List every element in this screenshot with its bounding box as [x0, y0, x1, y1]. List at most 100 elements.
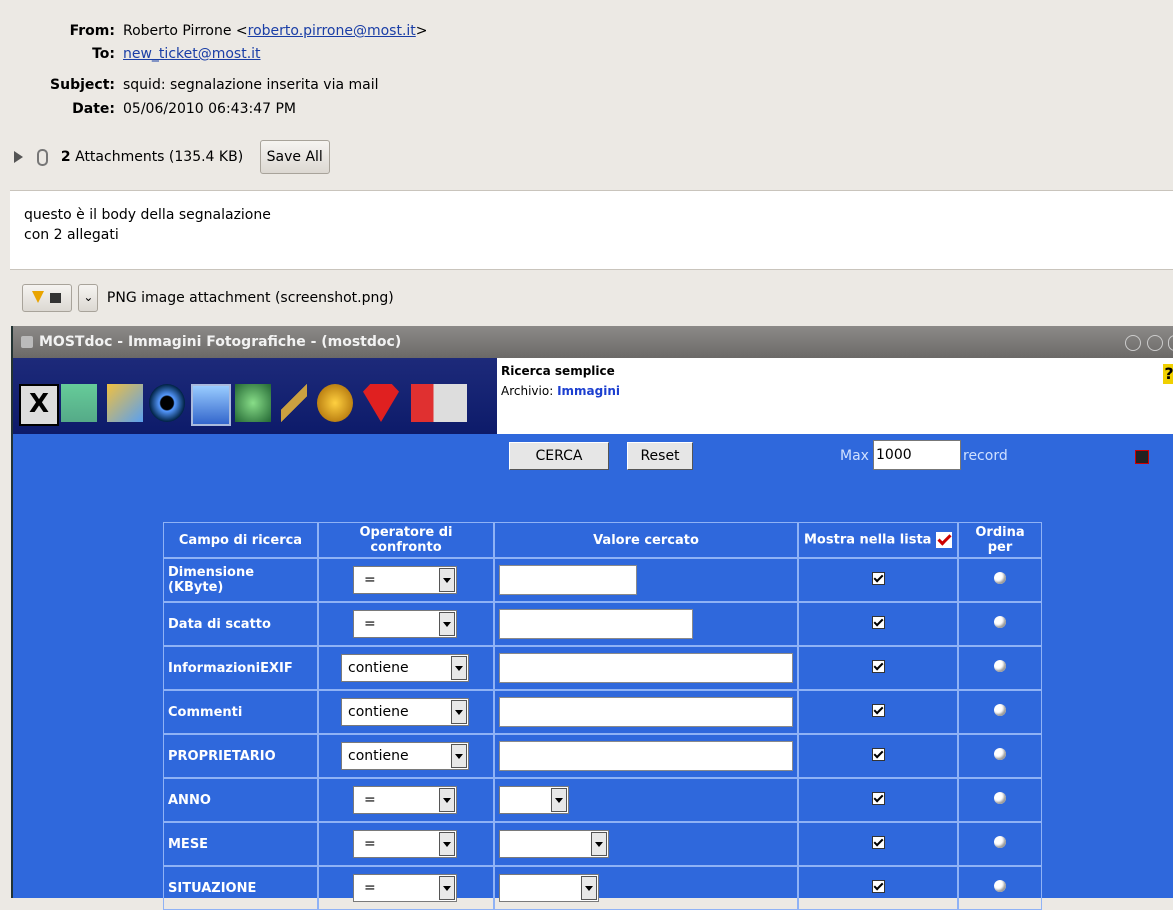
search-button[interactable]: CERCA [509, 442, 609, 470]
column-header: Campo di ricerca [163, 522, 318, 558]
close-icon[interactable] [1168, 335, 1173, 351]
dropdown-arrow-icon [451, 744, 467, 768]
superman-icon[interactable] [363, 384, 399, 422]
max-records-input[interactable]: 1000 [873, 440, 961, 470]
field-name: Commenti [163, 690, 318, 734]
table-row: Dimensione (KByte) = [163, 558, 1042, 602]
operator-select[interactable]: = [353, 610, 457, 638]
export-icon[interactable] [411, 384, 467, 422]
paperclip-icon [37, 148, 49, 166]
value-input[interactable] [499, 741, 793, 771]
show-in-list-checkbox[interactable] [871, 791, 885, 805]
dropdown-arrow-icon [581, 876, 597, 900]
value-input[interactable] [499, 653, 793, 683]
sort-by-radio[interactable] [994, 704, 1006, 716]
save-disk-icon[interactable] [1135, 450, 1149, 464]
archive-value: Immagini [557, 384, 621, 398]
attachment-menu-button[interactable]: ⌄ [78, 284, 99, 312]
expand-triangle-icon[interactable] [14, 151, 23, 163]
value-select[interactable] [499, 786, 569, 814]
operator-select[interactable]: = [353, 566, 457, 594]
max-label: Max [840, 448, 869, 464]
value-input[interactable] [499, 609, 693, 639]
body-line-2: con 2 allegati [24, 227, 119, 243]
value-input[interactable] [499, 565, 637, 595]
recycle-icon[interactable] [235, 384, 271, 422]
reset-button[interactable]: Reset [627, 442, 693, 470]
archive-icon[interactable] [61, 384, 97, 422]
eye-icon[interactable] [149, 384, 185, 422]
from-label: From: [69, 23, 115, 39]
show-in-list-checkbox[interactable] [871, 879, 885, 893]
edit-icon[interactable] [107, 384, 143, 422]
column-header: Operatore di confronto [318, 522, 494, 558]
subject-value: squid: segnalazione inserita via mail [123, 77, 379, 93]
value-input[interactable] [499, 697, 793, 727]
table-row: SITUAZIONE = [163, 866, 1042, 910]
dropdown-arrow-icon [439, 612, 455, 636]
attachment-bar: ⌄ PNG image attachment (screenshot.png) [22, 284, 394, 314]
column-header: Mostra nella lista [798, 522, 958, 558]
column-header: Ordina per [958, 522, 1042, 558]
field-name: PROPRIETARIO [163, 734, 318, 778]
operator-select[interactable]: contiene [341, 742, 469, 770]
attachment-save-button[interactable] [22, 284, 72, 312]
show-in-list-checkbox[interactable] [871, 571, 885, 585]
attachments-count: 2 [60, 149, 71, 165]
minimize-icon[interactable] [1125, 335, 1141, 351]
value-select[interactable] [499, 830, 609, 858]
display-icon [50, 293, 61, 303]
close-doc-icon[interactable]: X [19, 384, 59, 426]
field-name: SITUAZIONE [163, 866, 318, 910]
save-all-button[interactable]: Save All [259, 140, 330, 174]
show-in-list-checkbox[interactable] [871, 659, 885, 673]
operator-select[interactable]: contiene [341, 698, 469, 726]
search-criteria-table: Campo di ricerca Operatore di confronto … [163, 522, 1042, 910]
subject-row: Subject: squid: segnalazione inserita vi… [0, 74, 1173, 96]
field-name: Dimensione (KByte) [163, 558, 318, 602]
sort-by-radio[interactable] [994, 792, 1006, 804]
table-row: Commenti contiene [163, 690, 1042, 734]
operator-select[interactable]: = [353, 786, 457, 814]
search-icon[interactable] [191, 384, 231, 426]
attachment-name: PNG image attachment (screenshot.png) [106, 290, 394, 306]
archive-line: Archivio: Immagini [501, 384, 621, 398]
email-header: From: Roberto Pirrone <roberto.pirrone@m… [0, 0, 1173, 188]
window-titlebar: MOSTdoc - Immagini Fotografiche - (mostd… [13, 326, 1173, 358]
app-window-icon [21, 336, 33, 348]
field-name: InformazioniEXIF [163, 646, 318, 690]
from-email-link[interactable]: roberto.pirrone@most.it [248, 23, 416, 39]
show-in-list-checkbox[interactable] [871, 747, 885, 761]
sort-by-radio[interactable] [994, 880, 1006, 892]
operator-select[interactable]: = [353, 830, 457, 858]
sort-by-radio[interactable] [994, 660, 1006, 672]
dropdown-arrow-icon [591, 832, 607, 856]
operator-select[interactable]: contiene [341, 654, 469, 682]
app-toolbar: X [13, 358, 497, 434]
gears-icon[interactable] [317, 384, 353, 422]
table-row: PROPRIETARIO contiene [163, 734, 1042, 778]
sort-by-radio[interactable] [994, 616, 1006, 628]
from-row: From: Roberto Pirrone <roberto.pirrone@m… [0, 20, 1173, 42]
show-in-list-checkbox[interactable] [871, 615, 885, 629]
sort-by-radio[interactable] [994, 748, 1006, 760]
date-row: Date: 05/06/2010 06:43:47 PM [0, 98, 1173, 120]
show-in-list-checkbox[interactable] [871, 703, 885, 717]
maximize-icon[interactable] [1147, 335, 1163, 351]
window-title: MOSTdoc - Immagini Fotografiche - (mostd… [39, 334, 402, 350]
attachment-image: MOSTdoc - Immagini Fotografiche - (mostd… [11, 326, 1173, 910]
table-row: ANNO = [163, 778, 1042, 822]
show-in-list-checkbox[interactable] [871, 835, 885, 849]
dropdown-arrow-icon [451, 656, 467, 680]
sort-by-radio[interactable] [994, 572, 1006, 584]
record-label: record [963, 448, 1008, 464]
help-icon[interactable]: ? [1163, 364, 1173, 384]
key-icon[interactable] [281, 384, 307, 422]
to-row: To: new_ticket@most.it [0, 43, 1173, 65]
subject-label: Subject: [50, 77, 115, 93]
chevron-down-icon: ⌄ [83, 290, 94, 304]
to-email-link[interactable]: new_ticket@most.it [123, 46, 261, 62]
table-row: MESE = [163, 822, 1042, 866]
column-header: Valore cercato [494, 522, 798, 558]
sort-by-radio[interactable] [994, 836, 1006, 848]
